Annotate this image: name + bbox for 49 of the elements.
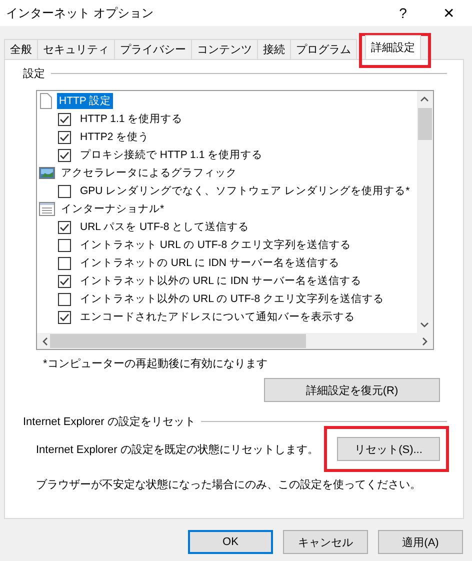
image-icon [39, 166, 55, 180]
warning-text: ブラウザーが不安定な状態になった場合にのみ、この設定を使ってください。 [36, 478, 422, 492]
option-label[interactable]: イントラネット以外の URL に IDN サーバー名を送信する [78, 273, 364, 289]
scroll-right-icon[interactable] [422, 336, 428, 346]
document-icon [39, 93, 53, 109]
option-label[interactable]: GPU レンダリングでなく、ソフトウェア レンダリングを使用する* [78, 183, 412, 199]
checkbox[interactable] [58, 112, 71, 126]
group-label: Internet Explorer の設定をリセット [23, 414, 196, 428]
scroll-left-icon[interactable] [42, 336, 48, 346]
reset-description: Internet Explorer の設定を既定の状態にリセットします。 [36, 442, 318, 456]
option-label[interactable]: イントラネットの URL に IDN サーバー名を送信する [78, 255, 342, 271]
category-label[interactable]: HTTP 設定 [57, 93, 114, 109]
footnote: *コンピューターの再起動後に有効になります [43, 357, 268, 372]
checkbox[interactable] [58, 238, 71, 252]
checkbox[interactable] [58, 148, 71, 162]
dialog-button[interactable]: OK [188, 530, 273, 554]
group-label: 設定 [23, 66, 46, 80]
scroll-thumb[interactable] [50, 334, 306, 348]
checkbox[interactable] [58, 256, 71, 270]
option-label[interactable]: プロキシ接続で HTTP 1.1 を使用する [78, 147, 265, 163]
category-label[interactable]: インターナショナル* [59, 201, 166, 217]
dialog-button[interactable]: キャンセル [283, 530, 368, 554]
option-label[interactable]: イントラネット以外の URL の UTF-8 クエリ文字列を送信する [78, 291, 386, 307]
checkbox[interactable] [58, 292, 71, 306]
scroll-up-icon[interactable] [420, 96, 429, 102]
option-label[interactable]: URL パスを UTF-8 として送信する [78, 219, 252, 235]
option-label[interactable]: エンコードされたアドレスについて通知バーを表示する [78, 309, 357, 325]
vertical-scrollbar[interactable] [417, 91, 433, 333]
option-label[interactable]: イントラネット URL の UTF-8 クエリ文字列を送信する [78, 237, 354, 253]
tab[interactable]: 全般 [4, 39, 38, 59]
help-button[interactable]: ? [380, 0, 426, 26]
option-label[interactable]: HTTP 1.1 を使用する [78, 111, 185, 127]
scroll-thumb[interactable] [418, 108, 432, 140]
window-icon [39, 202, 55, 216]
horizontal-scrollbar[interactable] [37, 333, 433, 349]
checkbox[interactable] [58, 130, 71, 144]
restore-button[interactable]: 詳細設定を復元(R) [264, 378, 440, 402]
reset-button[interactable]: リセット(S)... [337, 437, 440, 461]
checkbox[interactable] [58, 274, 71, 288]
close-button[interactable]: ✕ [426, 0, 472, 26]
checkbox[interactable] [58, 220, 71, 234]
option-label[interactable]: HTTP2 を使う [78, 129, 152, 145]
window-title: インターネット オプション [6, 4, 154, 22]
tab[interactable]: プログラム [290, 39, 357, 59]
tab[interactable]: 詳細設定 [365, 35, 421, 59]
checkbox[interactable] [58, 184, 71, 198]
dialog-button[interactable]: 適用(A) [378, 530, 463, 554]
checkbox[interactable] [58, 310, 71, 324]
category-label[interactable]: アクセラレータによるグラフィック [59, 165, 239, 181]
